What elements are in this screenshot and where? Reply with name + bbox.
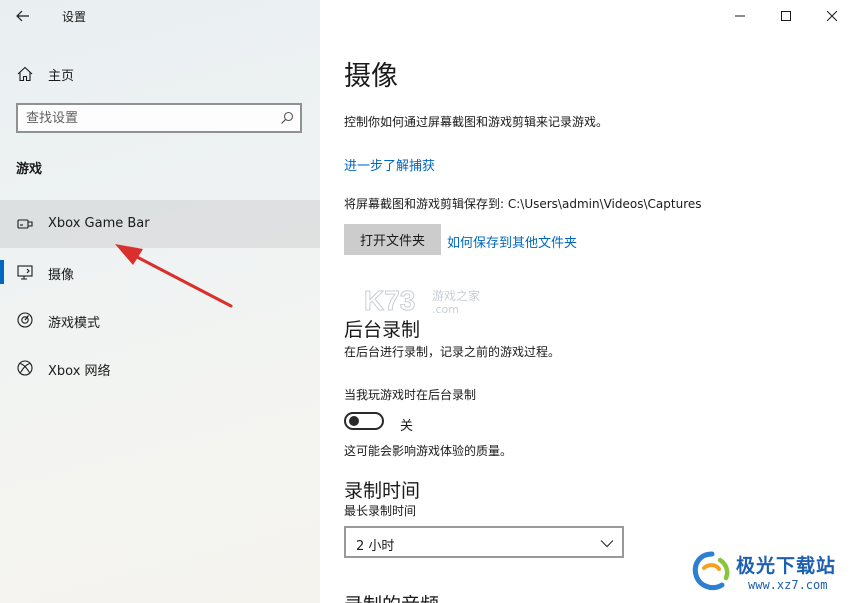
search-icon[interactable] bbox=[280, 111, 294, 125]
main-content: 摄像 控制你如何通过屏幕截图和游戏剪辑来记录游戏。 进一步了解捕获 将屏幕截图和… bbox=[320, 0, 855, 603]
capture-icon bbox=[17, 265, 33, 280]
sidebar-item-game-mode[interactable]: 游戏模式 bbox=[0, 296, 320, 344]
sidebar-item-captures[interactable]: 摄像 bbox=[0, 248, 320, 296]
search-input[interactable] bbox=[26, 109, 266, 127]
brand-name: 极光下载站 bbox=[736, 555, 837, 577]
page-description: 控制你如何通过屏幕截图和游戏剪辑来记录游戏。 bbox=[344, 115, 609, 129]
chevron-down-icon bbox=[600, 540, 614, 548]
background-recording-title: 后台录制 bbox=[344, 319, 421, 341]
save-elsewhere-link[interactable]: 如何保存到其他文件夹 bbox=[447, 232, 577, 251]
background-recording-description: 在后台进行录制，记录之前的游戏过程。 bbox=[344, 345, 561, 359]
window-controls bbox=[717, 0, 855, 32]
quality-note: 这可能会影响游戏体验的质量。 bbox=[344, 444, 513, 458]
nav-home[interactable]: 主页 bbox=[0, 56, 320, 90]
close-button[interactable] bbox=[809, 0, 855, 32]
max-record-time-label: 最长录制时间 bbox=[344, 504, 417, 518]
app-title: 设置 bbox=[62, 10, 87, 24]
page-title: 摄像 bbox=[344, 61, 398, 92]
maximize-button[interactable] bbox=[763, 0, 809, 32]
background-recording-toggle[interactable] bbox=[344, 412, 384, 430]
dropdown-value: 2 小时 bbox=[356, 539, 395, 554]
k73-watermark: K73 游戏之家 .com bbox=[364, 285, 480, 317]
brand-swirl-icon bbox=[692, 551, 730, 591]
sidebar-item-label: Xbox 网络 bbox=[48, 364, 111, 379]
minimize-icon bbox=[735, 15, 745, 17]
toggle-knob bbox=[349, 416, 359, 426]
home-icon bbox=[17, 66, 33, 82]
sidebar-item-xbox-network[interactable]: Xbox 网络 bbox=[0, 344, 320, 392]
learn-more-link[interactable]: 进一步了解捕获 bbox=[344, 155, 435, 174]
site-logo: 极光下载站 www.xz7.com bbox=[690, 548, 855, 598]
sidebar-item-xbox-game-bar[interactable]: Xbox Game Bar bbox=[0, 200, 320, 248]
section-title: 游戏 bbox=[16, 162, 43, 177]
record-time-title: 录制时间 bbox=[344, 480, 421, 502]
watermark-domain: .com bbox=[432, 303, 459, 316]
game-bar-icon bbox=[17, 219, 33, 229]
xbox-icon bbox=[17, 360, 33, 376]
selection-indicator bbox=[0, 260, 4, 284]
close-icon bbox=[827, 11, 837, 21]
background-recording-toggle-label: 当我玩游戏时在后台录制 bbox=[344, 388, 477, 402]
search-box[interactable] bbox=[16, 103, 302, 133]
nav-home-label: 主页 bbox=[48, 69, 75, 84]
game-mode-icon bbox=[17, 312, 33, 328]
max-record-time-dropdown[interactable]: 2 小时 bbox=[344, 526, 624, 558]
watermark-logo: K73 bbox=[364, 285, 415, 316]
back-button[interactable] bbox=[8, 2, 38, 30]
back-arrow-icon bbox=[16, 10, 29, 22]
sidebar-item-label: 摄像 bbox=[48, 268, 75, 283]
minimize-button[interactable] bbox=[717, 0, 763, 32]
maximize-icon bbox=[781, 11, 791, 21]
title-bar: 设置 bbox=[0, 0, 320, 32]
toggle-state-text: 关 bbox=[400, 419, 414, 434]
save-path-text: 将屏幕截图和游戏剪辑保存到: C:\Users\admin\Videos\Cap… bbox=[344, 197, 702, 211]
open-folder-button[interactable]: 打开文件夹 bbox=[344, 224, 441, 255]
recorded-audio-title: 录制的音频 bbox=[344, 590, 439, 603]
watermark-sub: 游戏之家 bbox=[432, 288, 480, 303]
sidebar-item-label: 游戏模式 bbox=[48, 316, 101, 331]
sidebar: 设置 主页 游戏 Xbox Game Bar bbox=[0, 0, 320, 603]
settings-window: 设置 主页 游戏 Xbox Game Bar bbox=[0, 0, 855, 603]
brand-url: www.xz7.com bbox=[748, 578, 828, 592]
sidebar-item-label: Xbox Game Bar bbox=[48, 216, 150, 231]
